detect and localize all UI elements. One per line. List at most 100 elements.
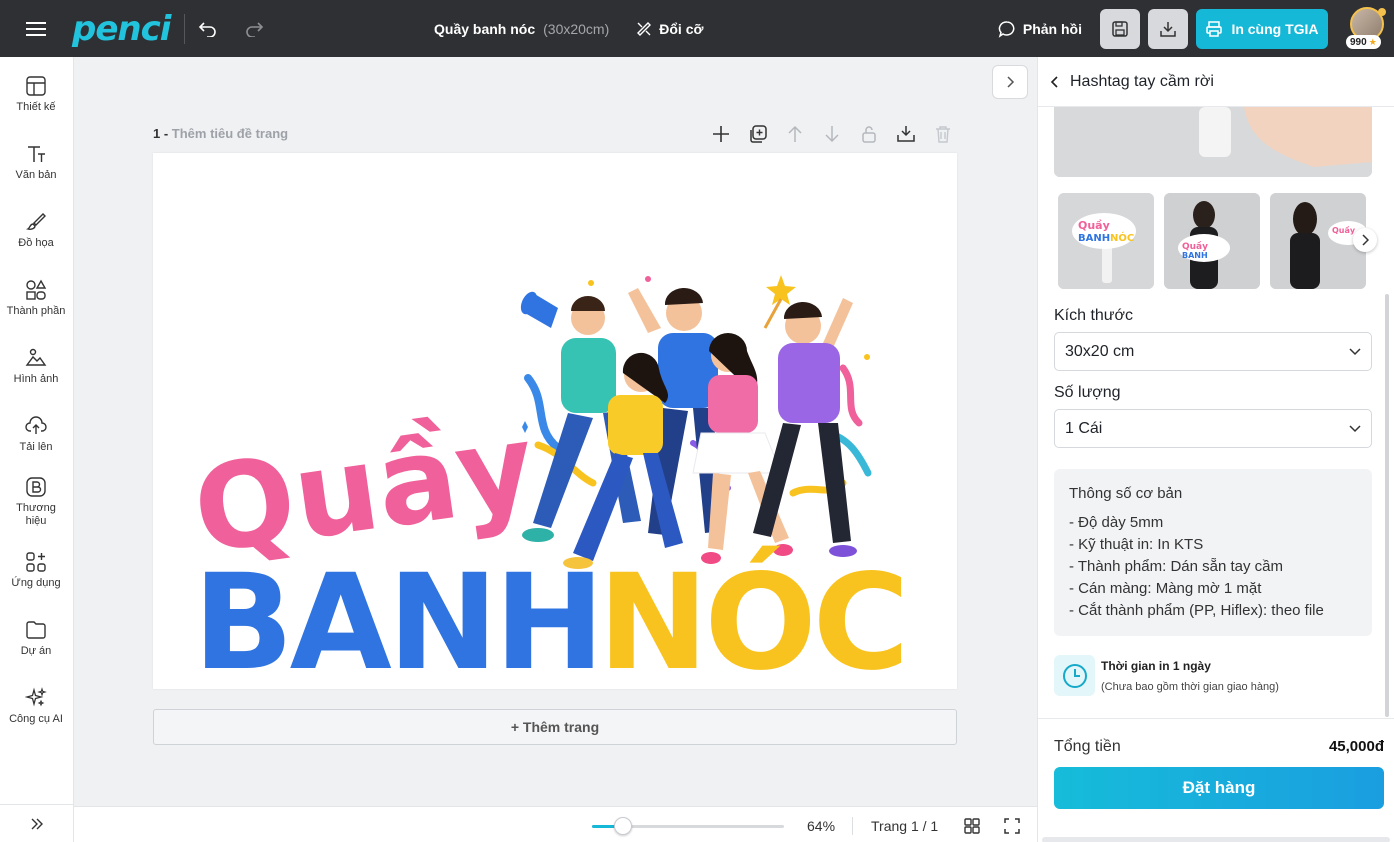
spec-line: - Kỹ thuật in: In KTS: [1069, 536, 1204, 553]
chat-bubble-icon: [998, 20, 1015, 38]
expand-sidebar-button[interactable]: [0, 804, 73, 842]
chevron-down-icon: [1349, 424, 1361, 432]
spec-title: Thông số cơ bản: [1069, 485, 1183, 502]
double-chevron-right-icon: [31, 818, 43, 829]
bottom-bar: 64% Trang 1 / 1: [74, 806, 1037, 842]
sidebar-item-projects[interactable]: Dự án: [0, 619, 72, 658]
print-button[interactable]: In cùng TGIA: [1196, 8, 1328, 49]
document-title[interactable]: Quầy banh nóc: [434, 21, 535, 37]
thumbnail-next-button[interactable]: [1353, 228, 1377, 252]
layout-icon: [26, 76, 46, 96]
page-title-input[interactable]: Thêm tiêu đề trang: [172, 126, 288, 141]
design-text-noc[interactable]: NÓC: [598, 545, 910, 689]
sidebar-item-label: Thành phần: [6, 305, 66, 317]
sidebar-item-label: Ứng dụng: [11, 577, 61, 589]
page-toolbar: [710, 123, 954, 145]
sidebar-item-ai-tools[interactable]: Công cụ AI: [0, 687, 72, 726]
folder-icon: [26, 621, 46, 639]
size-label: Kích thước: [1054, 307, 1134, 324]
back-chevron-icon[interactable]: [1050, 75, 1060, 89]
size-select[interactable]: 30x20 cm: [1054, 332, 1372, 371]
sidebar-item-apps[interactable]: Ứng dụng: [0, 551, 72, 590]
text-icon: [28, 146, 45, 162]
download-button[interactable]: [1148, 8, 1188, 49]
resize-icon: [637, 21, 652, 36]
panel-title: Hashtag tay cầm rời: [1070, 72, 1214, 90]
menu-icon[interactable]: [0, 0, 72, 57]
sidebar-item-label: Dự án: [20, 645, 52, 657]
document-title-area: Quầy banh nóc (30x20cm) Đổi cỡ: [434, 0, 703, 57]
panel-header: Hashtag tay cầm rời: [1038, 57, 1394, 107]
print-time-note: (Chưa bao gồm thời gian giao hàng): [1101, 681, 1279, 693]
product-main-image: [1054, 107, 1372, 177]
design-artwork: Quầy BANH NÓC: [186, 275, 910, 689]
lock-icon[interactable]: [858, 123, 880, 145]
penci-logo[interactable]: penci: [72, 9, 184, 49]
sidebar-item-text[interactable]: Văn bản: [0, 143, 72, 182]
user-menu[interactable]: 990 ★: [1346, 0, 1390, 57]
spec-line: - Độ dày 5mm: [1069, 514, 1164, 531]
move-up-icon[interactable]: [784, 123, 806, 145]
quantity-select[interactable]: 1 Cái: [1054, 409, 1372, 448]
document-size: (30x20cm): [543, 20, 610, 37]
quantity-value: 1 Cái: [1065, 419, 1103, 437]
svg-text:Quầy: Quầy: [1078, 219, 1110, 232]
total-label: Tổng tiền: [1054, 738, 1121, 755]
page-counter[interactable]: Trang 1 / 1: [871, 818, 938, 834]
product-thumbnail[interactable]: Quầy: [1270, 193, 1366, 289]
toggle-panel-button[interactable]: [992, 65, 1028, 99]
grid-view-icon[interactable]: [963, 817, 981, 840]
print-label: In cùng TGIA: [1231, 20, 1319, 37]
sidebar-item-label: Công cụ AI: [9, 713, 63, 725]
save-icon: [1112, 20, 1128, 37]
sidebar-item-images[interactable]: Hình ảnh: [0, 347, 72, 386]
sidebar-item-label: Đồ họa: [18, 237, 54, 249]
spec-line: - Cắt thành phẩm (PP, Hiflex): theo file: [1069, 602, 1324, 619]
canvas-area: 1 - Thêm tiêu đề trang Quầy BANH NÓC + T…: [74, 57, 1037, 806]
sidebar-item-label: Hình ảnh: [13, 373, 59, 385]
download-page-icon[interactable]: [895, 123, 917, 145]
design-text-banh[interactable]: BANH: [193, 546, 605, 689]
download-icon: [1160, 21, 1176, 37]
move-down-icon[interactable]: [821, 123, 843, 145]
redo-icon[interactable]: [231, 0, 277, 57]
brush-icon: [25, 213, 46, 230]
add-page-button[interactable]: + Thêm trang: [153, 709, 957, 745]
svg-text:BANH: BANH: [1078, 233, 1110, 244]
product-panel: Hashtag tay cầm rời Quầy BANH NÓC Quầy BANH…: [1037, 57, 1394, 842]
sidebar-item-brand[interactable]: Thương hiệu: [0, 476, 72, 528]
fullscreen-icon[interactable]: [1003, 817, 1021, 840]
save-button[interactable]: [1100, 8, 1140, 49]
upload-icon: [25, 416, 47, 434]
spec-line: - Thành phẩm: Dán sẵn tay cầm: [1069, 558, 1283, 575]
total-price: 45,000đ: [1328, 738, 1384, 755]
sidebar-item-graphics[interactable]: Đồ họa: [0, 211, 72, 250]
sidebar-item-elements[interactable]: Thành phần: [0, 279, 72, 318]
design-page[interactable]: Quầy BANH NÓC: [153, 153, 957, 689]
resize-label: Đổi cỡ: [659, 20, 704, 37]
panel-scrollbar[interactable]: [1385, 294, 1389, 717]
product-thumbnail[interactable]: Quầy BANH NÓC: [1058, 193, 1154, 289]
sidebar-item-design[interactable]: Thiết kế: [0, 75, 72, 114]
sidebar-item-upload[interactable]: Tải lên: [0, 415, 72, 454]
duplicate-page-icon[interactable]: [747, 123, 769, 145]
trash-icon[interactable]: [932, 123, 954, 145]
feedback-label: Phản hồi: [1022, 20, 1082, 37]
sidebar-item-label: Thương hiệu: [16, 502, 56, 527]
sidebar-item-label: Thiết kế: [16, 101, 56, 113]
zoom-slider[interactable]: [592, 817, 784, 835]
product-thumbnail[interactable]: Quầy BANH: [1164, 193, 1260, 289]
order-button[interactable]: Đặt hàng: [1054, 767, 1384, 809]
zoom-level[interactable]: 64%: [807, 818, 835, 834]
header-actions: Phản hồi In cùng TGIA 990 ★: [998, 0, 1394, 57]
horizontal-scrollbar[interactable]: [1042, 837, 1390, 842]
undo-icon[interactable]: [185, 0, 231, 57]
sidebar-item-label: Văn bản: [15, 169, 57, 181]
feedback-button[interactable]: Phản hồi: [998, 20, 1082, 38]
print-time-info: Thời gian in 1 ngày (Chưa bao gồm thời g…: [1054, 655, 1279, 696]
svg-text:Quầy: Quầy: [1332, 225, 1356, 235]
add-icon[interactable]: [710, 123, 732, 145]
svg-text:BANH: BANH: [1182, 251, 1208, 260]
zoom-handle[interactable]: [614, 817, 632, 835]
resize-button[interactable]: Đổi cỡ: [635, 20, 703, 38]
